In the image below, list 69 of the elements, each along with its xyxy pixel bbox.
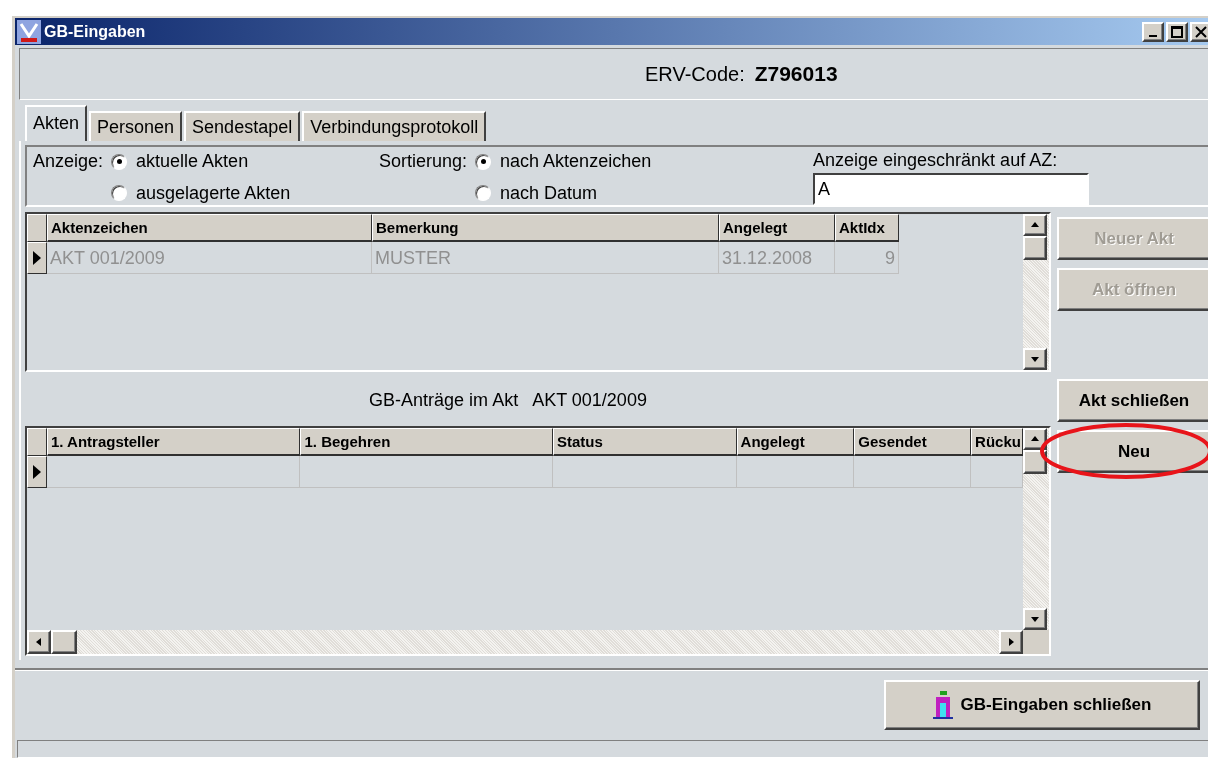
radio-label[interactable]: nach Aktenzeichen bbox=[500, 151, 652, 173]
app-icon bbox=[17, 19, 41, 44]
arrow-up-icon bbox=[1030, 220, 1040, 230]
scroll-thumb[interactable] bbox=[1023, 236, 1047, 260]
column-header[interactable]: AktIdx bbox=[835, 214, 899, 242]
maximize-button[interactable] bbox=[1166, 21, 1188, 42]
tab[interactable]: Sendestapel bbox=[184, 111, 301, 141]
column-header[interactable]: Angelegt bbox=[736, 428, 855, 456]
radio-button[interactable] bbox=[111, 153, 128, 170]
close-button[interactable] bbox=[1190, 21, 1208, 42]
arrow-left-icon bbox=[34, 637, 44, 647]
window-title: GB-Eingaben bbox=[44, 22, 147, 41]
horizontal-scrollbar[interactable] bbox=[27, 630, 1023, 654]
scrollbar-corner bbox=[1023, 630, 1049, 654]
minimize-icon bbox=[1149, 34, 1157, 37]
radio-button[interactable] bbox=[111, 185, 128, 202]
table-cell: 9 bbox=[835, 242, 899, 274]
option-label: Sortierung: bbox=[379, 151, 468, 173]
minimize-button[interactable] bbox=[1142, 21, 1164, 42]
arrow-right-icon bbox=[1006, 637, 1016, 647]
radio-button[interactable] bbox=[475, 153, 492, 170]
maximize-icon bbox=[1171, 25, 1183, 38]
radio-button[interactable] bbox=[475, 185, 492, 202]
file-number: AKT 001/2009 bbox=[532, 389, 647, 411]
table-cell: 31.12.2008 bbox=[719, 242, 835, 274]
header-corner bbox=[27, 428, 47, 456]
code-label: ERV-Code: bbox=[645, 62, 745, 86]
scroll-down-button[interactable] bbox=[1023, 348, 1047, 370]
column-header[interactable]: 1. Antragsteller bbox=[46, 428, 301, 456]
column-header[interactable]: Angelegt bbox=[719, 214, 835, 242]
close-window-button[interactable]: GB-Eingaben schließen bbox=[884, 680, 1200, 730]
column-header[interactable]: Status bbox=[552, 428, 737, 456]
tab[interactable]: Personen bbox=[89, 111, 183, 141]
scroll-thumb[interactable] bbox=[1023, 450, 1047, 474]
option-label: Anzeige: bbox=[33, 151, 104, 173]
scroll-right-button[interactable] bbox=[999, 630, 1023, 654]
column-header[interactable]: Bemerkung bbox=[372, 214, 719, 242]
scroll-up-button[interactable] bbox=[1023, 214, 1047, 236]
tab[interactable]: Akten bbox=[25, 105, 88, 141]
table-cell: AKT 001/2009 bbox=[47, 242, 372, 274]
radio-label[interactable]: aktuelle Akten bbox=[136, 151, 249, 173]
radio-label[interactable]: nach Datum bbox=[500, 182, 598, 204]
radio-label[interactable]: ausgelagerte Akten bbox=[136, 182, 291, 204]
table-cell: MUSTER bbox=[372, 242, 719, 274]
door-icon bbox=[932, 691, 953, 719]
scroll-up-button[interactable] bbox=[1023, 428, 1047, 450]
column-header[interactable]: 1. Begehren bbox=[300, 428, 553, 456]
arrow-down-icon bbox=[1030, 614, 1040, 624]
section-caption: GB-Anträge im Akt bbox=[369, 389, 519, 411]
arrow-up-icon bbox=[1030, 434, 1040, 444]
row-selector[interactable] bbox=[27, 456, 47, 488]
field-label: Anzeige eingeschränkt auf AZ: bbox=[813, 150, 1059, 171]
column-header[interactable]: Aktenzeichen bbox=[47, 214, 372, 242]
header-corner bbox=[27, 214, 47, 242]
close-icon bbox=[1195, 25, 1207, 38]
code-value: Z796013 bbox=[754, 62, 838, 86]
column-header[interactable]: Rücku bbox=[971, 428, 1023, 456]
scroll-thumb[interactable] bbox=[51, 630, 77, 654]
action-button[interactable]: Akt schließen bbox=[1057, 379, 1208, 422]
action-button[interactable]: Neu bbox=[1057, 430, 1208, 473]
vertical-scrollbar[interactable] bbox=[1023, 428, 1049, 630]
tab[interactable]: Verbindungsprotokoll bbox=[302, 111, 487, 141]
arrow-down-icon bbox=[1030, 354, 1040, 364]
scroll-left-button[interactable] bbox=[27, 630, 51, 654]
filter-field[interactable]: A bbox=[813, 173, 1089, 205]
scroll-down-button[interactable] bbox=[1023, 608, 1047, 630]
row-selector[interactable] bbox=[27, 242, 47, 274]
column-header[interactable]: Gesendet bbox=[854, 428, 972, 456]
vertical-scrollbar[interactable] bbox=[1023, 214, 1049, 370]
